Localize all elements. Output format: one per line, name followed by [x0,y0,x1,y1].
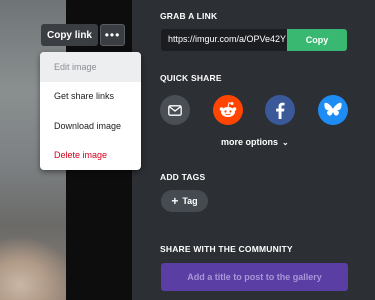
ellipsis-icon: ••• [104,28,121,42]
community-title: SHARE WITH THE COMMUNITY [160,244,293,254]
bluesky-share-button[interactable] [318,95,348,125]
chevron-down-icon: ⌄ [282,138,289,147]
image-context-menu: Edit image Get share links Download imag… [40,52,141,170]
more-actions-button[interactable]: ••• [100,24,125,46]
email-share-button[interactable] [160,95,190,125]
menu-item-edit-image: Edit image [40,52,141,82]
more-options-label: more options [221,137,279,147]
menu-item-get-share-links[interactable]: Get share links [40,82,141,112]
menu-item-delete-image[interactable]: Delete image [40,141,141,171]
reddit-share-button[interactable] [213,95,243,125]
plus-icon: + [171,194,179,208]
more-options-toggle[interactable]: more options ⌄ [221,137,289,147]
add-tag-button[interactable]: + Tag [161,190,208,212]
facebook-icon [276,102,285,119]
bluesky-icon [324,102,342,116]
share-url-field[interactable]: https://imgur.com/a/OPVe42Y [161,29,288,51]
quick-share-title: QUICK SHARE [160,73,222,83]
facebook-share-button[interactable] [265,95,295,125]
grab-link-title: GRAB A LINK [160,11,218,21]
reddit-icon [219,102,237,117]
add-tags-title: ADD TAGS [160,172,206,182]
copy-url-button[interactable]: Copy [287,29,347,51]
menu-item-download-image[interactable]: Download image [40,111,141,141]
email-icon [168,104,182,116]
post-to-gallery-button[interactable]: Add a title to post to the gallery [161,263,348,291]
add-tag-label: Tag [182,196,198,206]
copy-link-button[interactable]: Copy link [41,24,98,46]
